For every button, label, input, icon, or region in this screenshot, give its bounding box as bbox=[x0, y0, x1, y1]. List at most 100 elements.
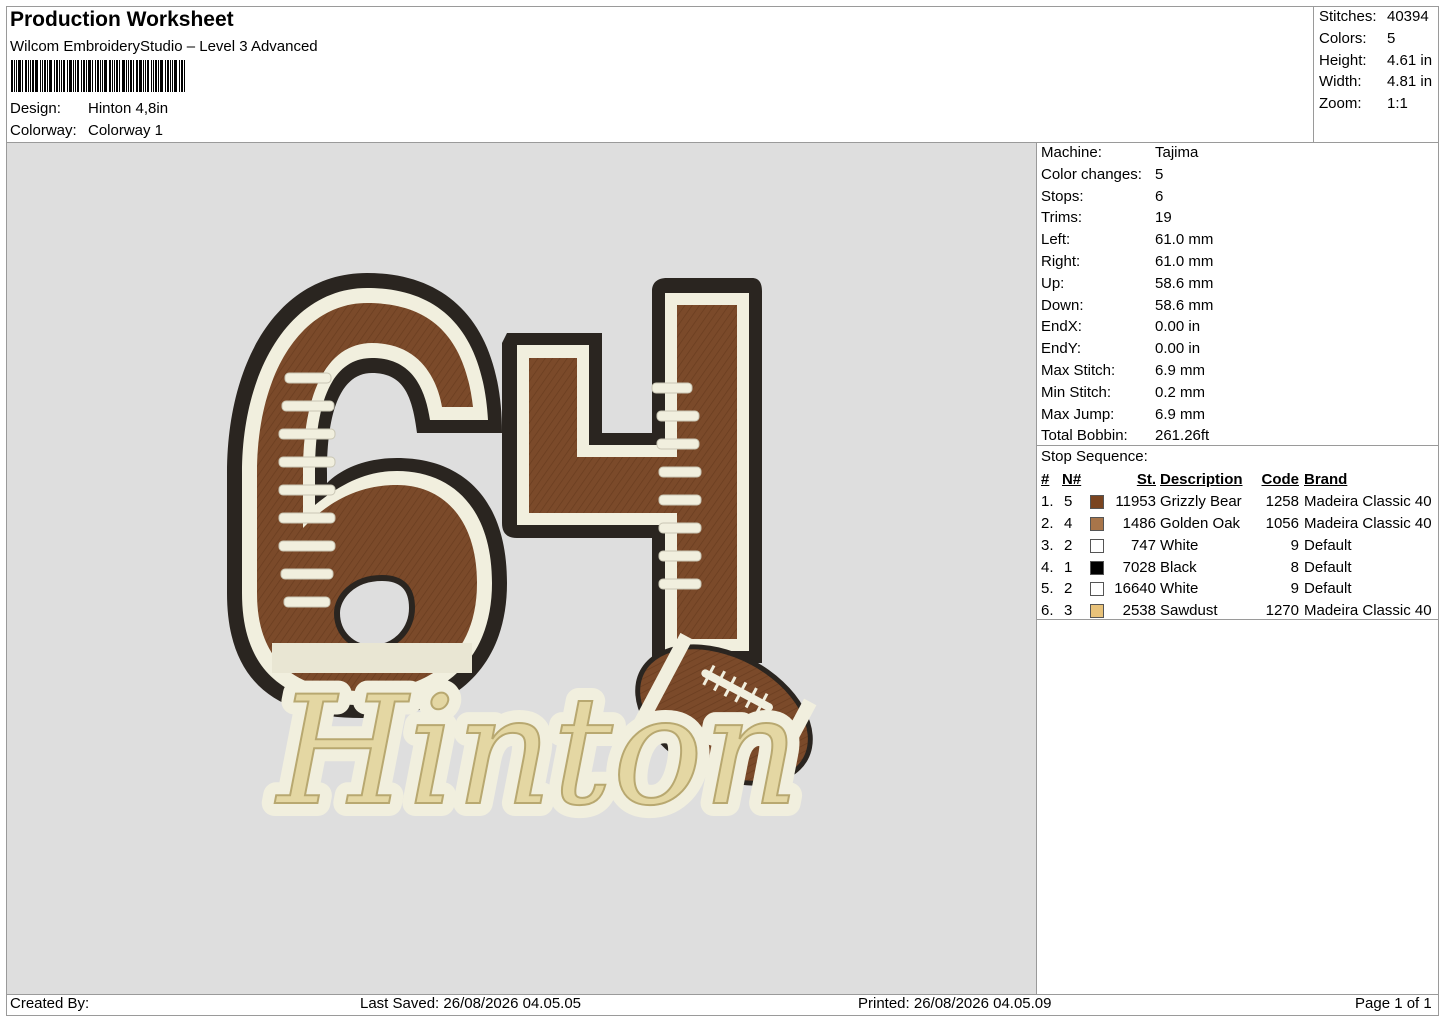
color-swatch-cell bbox=[1090, 556, 1112, 578]
barcode-bar bbox=[126, 60, 127, 92]
machine-properties: Machine: Tajima Color changes: 5 Stops: 6 T… bbox=[1041, 144, 1213, 449]
thread-brand: Madeira Classic 40 bbox=[1304, 514, 1432, 532]
needle-number: 5 bbox=[1064, 493, 1073, 511]
thread-description: Grizzly Bear bbox=[1160, 493, 1242, 511]
barcode-bar bbox=[49, 60, 52, 92]
barcode-bar bbox=[151, 60, 152, 92]
name-text: Hinton bbox=[274, 665, 800, 839]
needle-number: 3 bbox=[1064, 602, 1073, 620]
table-header: # N# St. Description Code Brand bbox=[1039, 469, 1432, 491]
thread-code: 8 bbox=[1290, 558, 1299, 576]
prop-row: Max Jump: 6.9 mm bbox=[1041, 406, 1213, 428]
design-preview: Hinton Hinton bbox=[7, 143, 1036, 994]
barcode-bar bbox=[145, 60, 146, 92]
stitch-count: 2538 bbox=[1122, 602, 1156, 620]
prop-value: Tajima bbox=[1155, 144, 1199, 161]
summary-row: Colors: 5 bbox=[1319, 30, 1432, 52]
barcode-bar bbox=[102, 60, 103, 92]
barcode-bar bbox=[172, 60, 173, 92]
barcode-bar bbox=[109, 60, 111, 92]
color-swatch bbox=[1090, 560, 1104, 575]
color-swatch bbox=[1090, 582, 1104, 597]
barcode-bar bbox=[81, 60, 82, 92]
prop-row: Max Stitch: 6.9 mm bbox=[1041, 362, 1213, 384]
stitch-count: 747 bbox=[1130, 536, 1156, 554]
barcode-bar bbox=[136, 60, 138, 92]
colorway-value: Colorway 1 bbox=[88, 122, 164, 139]
barcode-bar bbox=[158, 60, 159, 92]
prop-label: Machine: bbox=[1041, 144, 1102, 161]
design-value: Hinton 4,8in bbox=[88, 100, 169, 117]
barcode-bar bbox=[75, 60, 76, 92]
barcode-bar bbox=[54, 60, 55, 92]
barcode-bar bbox=[165, 60, 166, 92]
barcode-bar bbox=[69, 60, 72, 92]
thread-brand: Madeira Classic 40 bbox=[1304, 493, 1432, 511]
prop-row: Trims: 19 bbox=[1041, 209, 1213, 231]
software-name: Wilcom EmbroideryStudio – Level 3 Advanc… bbox=[10, 38, 318, 55]
last-saved: Last Saved: 26/08/2026 04.05.05 bbox=[360, 995, 582, 1012]
barcode-bar bbox=[97, 60, 99, 92]
colorway-label: Colorway: bbox=[10, 122, 77, 139]
thread-description: White bbox=[1160, 580, 1199, 598]
prop-label: Left: bbox=[1041, 231, 1071, 249]
prop-label: Stops: bbox=[1041, 187, 1084, 205]
barcode-bar bbox=[100, 60, 101, 92]
summary-value: 4.61 in bbox=[1387, 51, 1433, 69]
barcode-bar bbox=[35, 60, 38, 92]
barcode-bar bbox=[59, 60, 60, 92]
row-number: 3. bbox=[1041, 536, 1054, 554]
header-swatch bbox=[1090, 469, 1112, 491]
needle-number: 2 bbox=[1064, 536, 1073, 554]
barcode-bar bbox=[114, 60, 115, 92]
needle-number: 4 bbox=[1064, 514, 1073, 532]
header-brand: Brand bbox=[1304, 471, 1348, 489]
thread-description: Black bbox=[1160, 558, 1197, 576]
prop-value: 61.0 mm bbox=[1155, 231, 1214, 249]
barcode-bar bbox=[184, 60, 185, 92]
summary-row: Stitches: 40394 bbox=[1319, 8, 1432, 30]
table-row: 2. 4 1486 Golden Oak 1056 Madeira Classic 40 bbox=[1039, 513, 1432, 535]
prop-label: Min Stitch: bbox=[1041, 383, 1112, 401]
prop-value: 19 bbox=[1155, 209, 1172, 227]
stitch-count: 1486 bbox=[1122, 514, 1156, 532]
prop-row: EndY: 0.00 in bbox=[1041, 340, 1213, 362]
prop-label: EndY: bbox=[1041, 340, 1082, 358]
table-row: 5. 2 16640 White 9 Default bbox=[1039, 578, 1432, 600]
summary-label: Zoom: bbox=[1319, 95, 1362, 113]
barcode-bar bbox=[47, 60, 48, 92]
thread-description: Sawdust bbox=[1160, 602, 1218, 620]
summary-value: 5 bbox=[1387, 29, 1396, 47]
header-num: # bbox=[1041, 471, 1050, 489]
summary-label: Height: bbox=[1319, 51, 1367, 69]
barcode-bar bbox=[88, 60, 91, 92]
prop-label: Total Bobbin: bbox=[1041, 427, 1128, 445]
prop-value: 6.9 mm bbox=[1155, 405, 1206, 423]
thread-code: 1270 bbox=[1265, 602, 1299, 620]
barcode-bar bbox=[30, 60, 31, 92]
barcode-bar bbox=[67, 60, 68, 92]
prop-label: Max Jump: bbox=[1041, 405, 1115, 423]
summary-row: Height: 4.61 in bbox=[1319, 52, 1432, 74]
barcode-bar bbox=[155, 60, 157, 92]
prop-label: Trims: bbox=[1041, 209, 1083, 227]
thread-brand: Default bbox=[1304, 558, 1352, 576]
thread-code: 1056 bbox=[1265, 514, 1299, 532]
header-needle: N# bbox=[1062, 471, 1082, 489]
color-swatch-cell bbox=[1090, 578, 1112, 600]
table-row: 3. 2 747 White 9 Default bbox=[1039, 534, 1432, 556]
barcode-bar bbox=[28, 60, 29, 92]
barcode-bar bbox=[128, 60, 129, 92]
needle-number: 1 bbox=[1064, 558, 1073, 576]
prop-value: 261.26ft bbox=[1155, 427, 1210, 445]
prop-value: 0.00 in bbox=[1155, 318, 1201, 336]
prop-label: Max Stitch: bbox=[1041, 361, 1116, 379]
barcode-bar bbox=[167, 60, 169, 92]
stitch-count: 16640 bbox=[1114, 580, 1156, 598]
color-swatch-cell bbox=[1090, 534, 1112, 556]
printed-date: Printed: 26/08/2026 04.05.09 bbox=[858, 995, 1052, 1012]
summary-label: Stitches: bbox=[1319, 8, 1377, 25]
prop-label: Up: bbox=[1041, 274, 1065, 292]
summary-row: Width: 4.81 in bbox=[1319, 73, 1432, 95]
thread-code: 9 bbox=[1290, 580, 1299, 598]
